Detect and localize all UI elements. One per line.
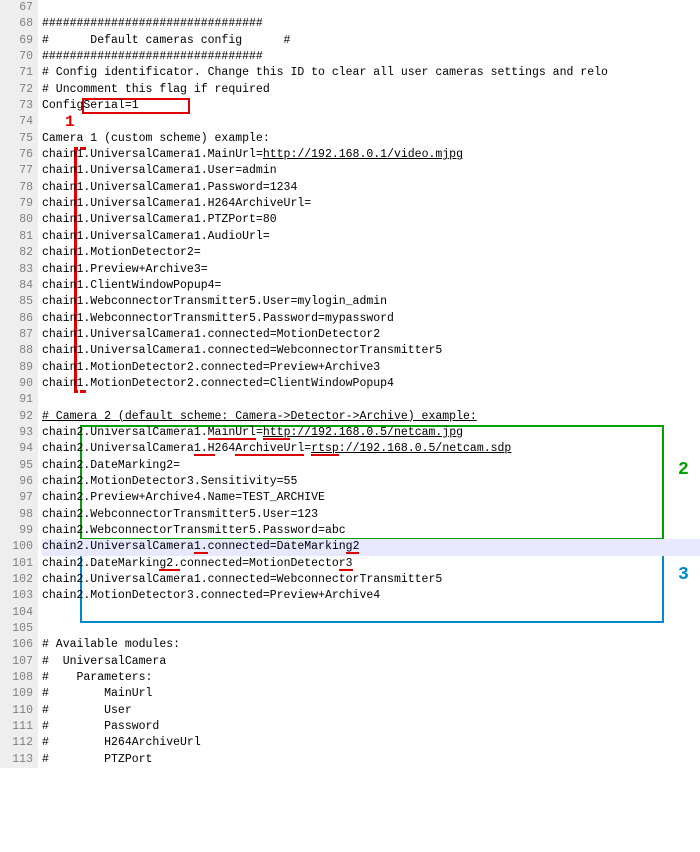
code-line[interactable]: # Uncomment this flag if required	[42, 82, 700, 98]
code-line[interactable]: # MainUrl	[42, 686, 700, 702]
code-line[interactable]	[42, 392, 700, 408]
line-number: 91	[0, 392, 33, 408]
line-number: 86	[0, 311, 33, 327]
line-number: 68	[0, 16, 33, 32]
code-line[interactable]: Camera 1 (custom scheme) example:	[42, 131, 700, 147]
line-number: 87	[0, 327, 33, 343]
line-number: 77	[0, 163, 33, 179]
line-number: 71	[0, 65, 33, 81]
code-line[interactable]: chain2.UniversalCamera1.H264ArchiveUrl=r…	[42, 441, 700, 457]
line-number: 107	[0, 654, 33, 670]
code-line[interactable]: chain1.UniversalCamera1.connected=Motion…	[42, 327, 700, 343]
line-number: 84	[0, 278, 33, 294]
line-number: 108	[0, 670, 33, 686]
code-line[interactable]: # User	[42, 703, 700, 719]
code-line[interactable]: chain2.Preview+Archive4.Name=TEST_ARCHIV…	[42, 490, 700, 506]
code-line[interactable]: chain1.ClientWindowPopup4=	[42, 278, 700, 294]
code-line[interactable]	[42, 114, 700, 130]
code-line[interactable]	[42, 0, 700, 16]
code-line[interactable]: chain2.WebconnectorTransmitter5.User=123	[42, 507, 700, 523]
line-number: 88	[0, 343, 33, 359]
line-number: 70	[0, 49, 33, 65]
line-number: 110	[0, 703, 33, 719]
line-number: 113	[0, 752, 33, 768]
line-number: 104	[0, 605, 33, 621]
line-number: 69	[0, 33, 33, 49]
line-number: 96	[0, 474, 33, 490]
line-number: 75	[0, 131, 33, 147]
code-line[interactable]: ################################	[42, 16, 700, 32]
code-line[interactable]: chain2.UniversalCamera1.MainUrl=http://1…	[42, 425, 700, 441]
code-line[interactable]: # Available modules:	[42, 637, 700, 653]
annotation-label-1: 1	[65, 113, 75, 131]
line-number-gutter: 6768697071727374757677787980818283848586…	[0, 0, 38, 768]
code-line[interactable]: chain2.MotionDetector3.Sensitivity=55	[42, 474, 700, 490]
code-line[interactable]: # Password	[42, 719, 700, 735]
code-line[interactable]: chain1.UniversalCamera1.AudioUrl=	[42, 229, 700, 245]
code-line[interactable]: chain1.Preview+Archive3=	[42, 262, 700, 278]
code-line[interactable]: chain1.UniversalCamera1.MainUrl=http://1…	[42, 147, 700, 163]
line-number: 95	[0, 458, 33, 474]
line-number: 98	[0, 507, 33, 523]
line-number: 102	[0, 572, 33, 588]
line-number: 100	[0, 539, 33, 555]
code-line[interactable]: ################################	[42, 49, 700, 65]
line-number: 85	[0, 294, 33, 310]
line-number: 99	[0, 523, 33, 539]
line-number: 92	[0, 409, 33, 425]
code-line[interactable]: chain2.UniversalCamera1.connected=Webcon…	[42, 572, 700, 588]
line-number: 73	[0, 98, 33, 114]
line-number: 105	[0, 621, 33, 637]
code-line[interactable]	[42, 605, 700, 621]
code-line[interactable]: chain2.DateMarking2.connected=MotionDete…	[42, 556, 700, 572]
code-line[interactable]: # Default cameras config #	[42, 33, 700, 49]
code-line[interactable]: chain1.UniversalCamera1.H264ArchiveUrl=	[42, 196, 700, 212]
code-editor[interactable]: 6768697071727374757677787980818283848586…	[0, 0, 700, 768]
code-line[interactable]: ConfigSerial=1	[42, 98, 700, 114]
line-number: 94	[0, 441, 33, 457]
code-line[interactable]: # Camera 2 (default scheme: Camera->Dete…	[42, 409, 700, 425]
code-line[interactable]: chain1.MotionDetector2=	[42, 245, 700, 261]
code-line[interactable]: # Parameters:	[42, 670, 700, 686]
line-number: 72	[0, 82, 33, 98]
line-number: 103	[0, 588, 33, 604]
code-line[interactable]: chain1.UniversalCamera1.connected=Webcon…	[42, 343, 700, 359]
code-line[interactable]: chain2.MotionDetector3.connected=Preview…	[42, 588, 700, 604]
line-number: 79	[0, 196, 33, 212]
code-line[interactable]: # PTZPort	[42, 752, 700, 768]
code-line[interactable]: chain1.WebconnectorTransmitter5.User=myl…	[42, 294, 700, 310]
line-number: 90	[0, 376, 33, 392]
code-area[interactable]: 1 2 3 ################################# …	[38, 0, 700, 768]
code-line[interactable]	[42, 621, 700, 637]
line-number: 97	[0, 490, 33, 506]
line-number: 109	[0, 686, 33, 702]
line-number: 80	[0, 212, 33, 228]
line-number: 78	[0, 180, 33, 196]
line-number: 89	[0, 360, 33, 376]
line-number: 83	[0, 262, 33, 278]
code-line[interactable]: # H264ArchiveUrl	[42, 735, 700, 751]
code-line[interactable]: # Config identificator. Change this ID t…	[42, 65, 700, 81]
line-number: 101	[0, 556, 33, 572]
line-number: 81	[0, 229, 33, 245]
line-number: 67	[0, 0, 33, 16]
line-number: 111	[0, 719, 33, 735]
code-line[interactable]: chain1.UniversalCamera1.Password=1234	[42, 180, 700, 196]
code-line[interactable]: chain2.WebconnectorTransmitter5.Password…	[42, 523, 700, 539]
line-number: 93	[0, 425, 33, 441]
code-line[interactable]: # UniversalCamera	[42, 654, 700, 670]
line-number: 74	[0, 114, 33, 130]
code-line[interactable]: chain1.WebconnectorTransmitter5.Password…	[42, 311, 700, 327]
code-line[interactable]: chain1.MotionDetector2.connected=ClientW…	[42, 376, 700, 392]
line-number: 82	[0, 245, 33, 261]
code-line[interactable]: chain2.UniversalCamera1.connected=DateMa…	[42, 539, 700, 555]
code-line[interactable]: chain1.UniversalCamera1.User=admin	[42, 163, 700, 179]
line-number: 112	[0, 735, 33, 751]
code-line[interactable]: chain1.MotionDetector2.connected=Preview…	[42, 360, 700, 376]
line-number: 106	[0, 637, 33, 653]
code-line[interactable]: chain2.DateMarking2=	[42, 458, 700, 474]
code-line[interactable]: chain1.UniversalCamera1.PTZPort=80	[42, 212, 700, 228]
line-number: 76	[0, 147, 33, 163]
